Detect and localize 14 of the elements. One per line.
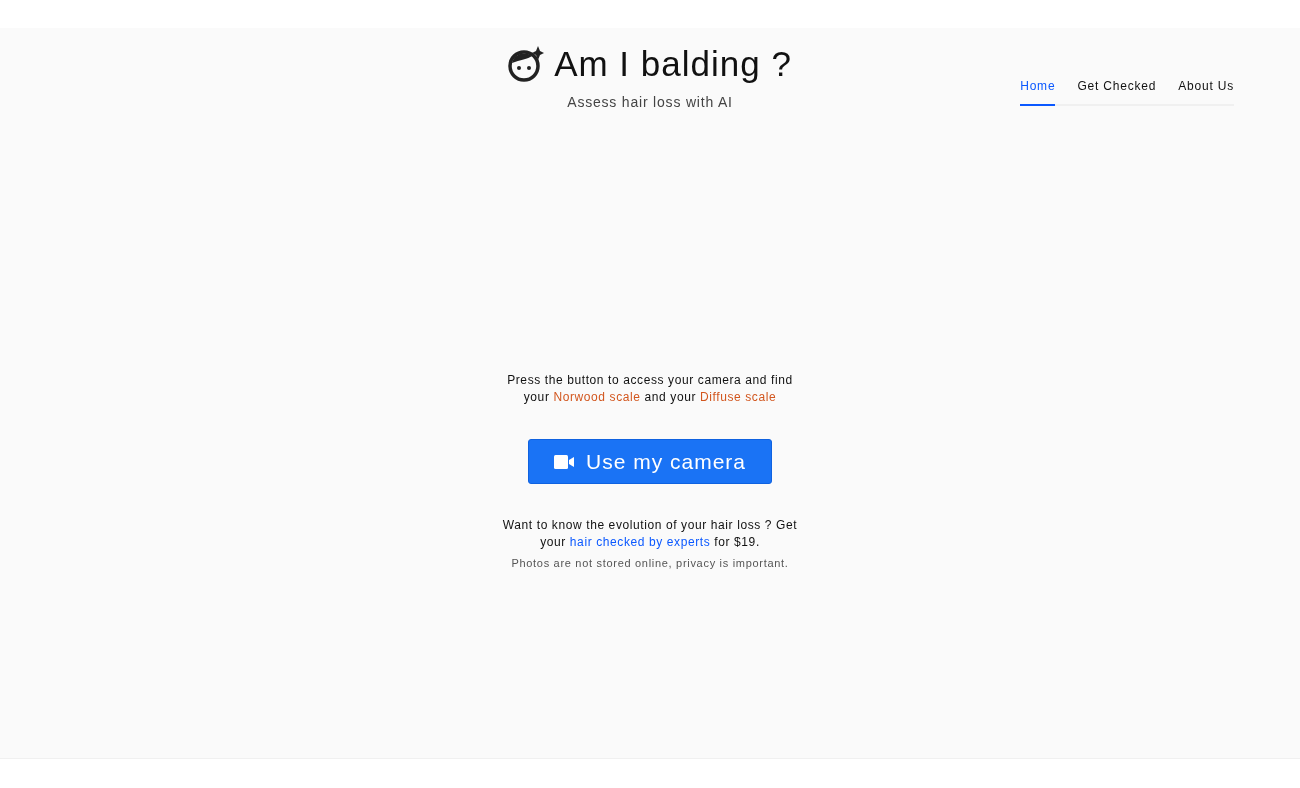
scale-link[interactable]: Diffuse scale xyxy=(699,390,777,404)
nav-tab[interactable]: About Us xyxy=(1178,62,1234,106)
intro-text: Press the button to access your camera and find your Norwood scale and your Diffuse scale xyxy=(506,372,794,406)
nav-tab[interactable]: Get Checked xyxy=(1077,62,1157,106)
use-camera-button[interactable]: Use my camera xyxy=(528,439,772,484)
expert-check-link[interactable]: hair checked by experts xyxy=(569,535,711,549)
site-title: Am I balding ? xyxy=(554,44,792,84)
nav-tab[interactable]: Home xyxy=(1020,62,1056,106)
offer-text: Want to know the evolution of your hair loss ? Get your hair checked by experts for $19. xyxy=(501,517,799,551)
video-camera-icon xyxy=(554,454,574,469)
face-icon xyxy=(508,46,545,82)
site-subtitle: Assess hair loss with AI xyxy=(567,94,733,110)
scale-link[interactable]: Norwood scale xyxy=(553,390,641,404)
privacy-note: Photos are not stored online, privacy is important. xyxy=(511,557,789,569)
